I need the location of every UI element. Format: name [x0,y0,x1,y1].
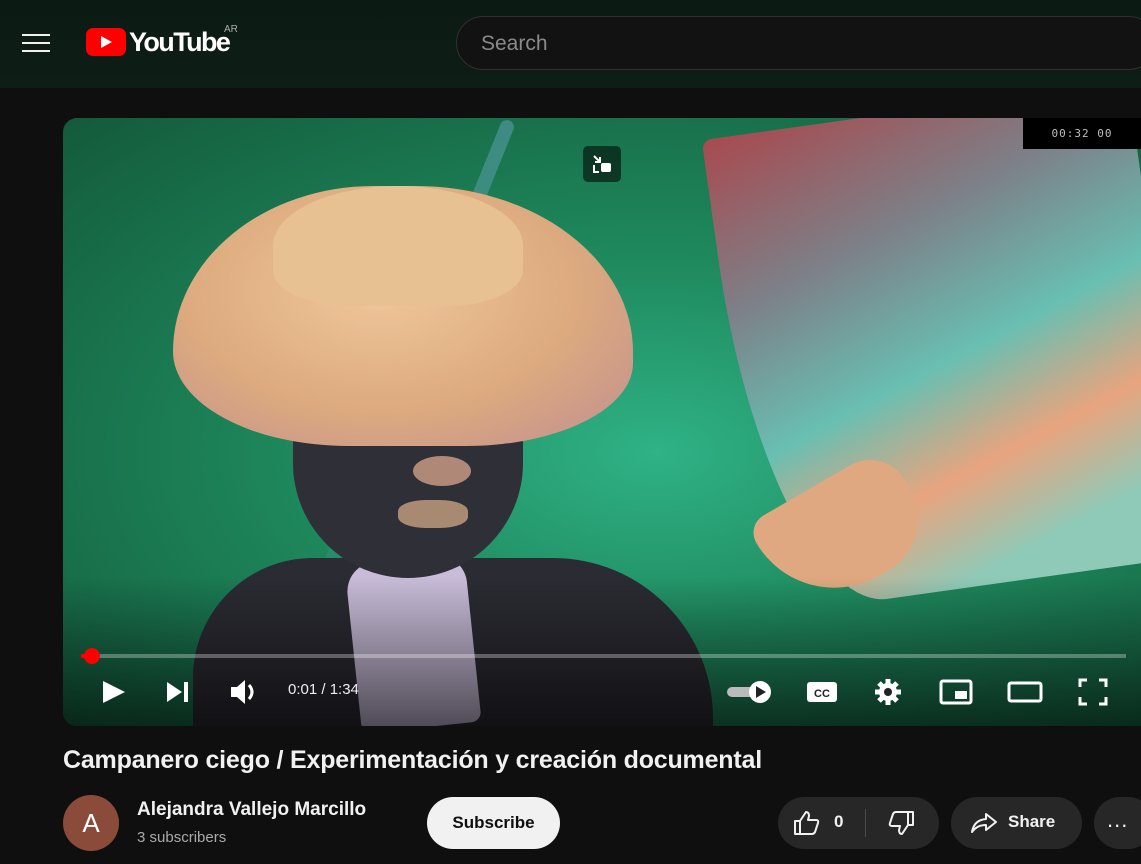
video-title: Campanero ciego / Experimentación y crea… [63,746,762,774]
more-actions-button[interactable]: ... [1094,797,1141,849]
autoplay-toggle[interactable] [725,670,773,714]
controls-gradient [63,576,1141,726]
search-box[interactable] [456,16,1141,70]
like-count: 0 [834,812,844,831]
thumbs-up-icon [794,811,820,835]
video-frame-mouth [398,500,468,528]
subscribe-button[interactable]: Subscribe [427,797,560,849]
dislike-button[interactable] [868,797,938,849]
share-arrow-icon [971,813,997,833]
logo-text: YouTube [129,26,231,57]
search-input[interactable] [479,27,1083,61]
subscriber-count: 3 subscribers [137,829,227,846]
top-bar: YouTube AR [0,0,1141,88]
youtube-logo[interactable]: YouTube AR [86,24,238,58]
overlay-timestamp: 00:32 00 [1023,118,1141,149]
thumbs-down-icon [888,811,914,835]
video-player[interactable]: 00:32 00 0:01 / 1:34 CC [63,118,1141,726]
video-frame-nose [413,456,471,486]
like-divider [865,809,866,837]
settings-gear-icon[interactable] [871,670,905,714]
like-dislike-group: 0 [778,797,939,849]
like-button[interactable]: 0 [778,797,865,849]
theater-mode-button[interactable] [1005,670,1045,714]
time-display: 0:01 / 1:34 [288,681,359,698]
captions-button[interactable]: CC [805,670,839,714]
svg-text:CC: CC [814,688,830,700]
miniplayer-button[interactable] [937,670,975,714]
next-button[interactable] [163,670,193,714]
more-dots-icon: ... [1107,807,1129,832]
share-label: Share [1008,812,1056,831]
fullscreen-button[interactable] [1075,670,1111,714]
play-button[interactable] [99,670,129,714]
youtube-play-icon [86,28,126,56]
collapse-overlay-icon[interactable] [583,146,621,182]
region-code: AR [224,24,238,35]
share-button[interactable]: Share [951,797,1082,849]
progress-bar[interactable] [81,648,1126,664]
menu-icon[interactable] [22,30,50,54]
volume-button[interactable] [228,670,262,714]
video-frame-hat-crown [273,186,523,306]
channel-name[interactable]: Alejandra Vallejo Marcillo [137,799,366,821]
channel-avatar[interactable]: A [63,795,119,851]
